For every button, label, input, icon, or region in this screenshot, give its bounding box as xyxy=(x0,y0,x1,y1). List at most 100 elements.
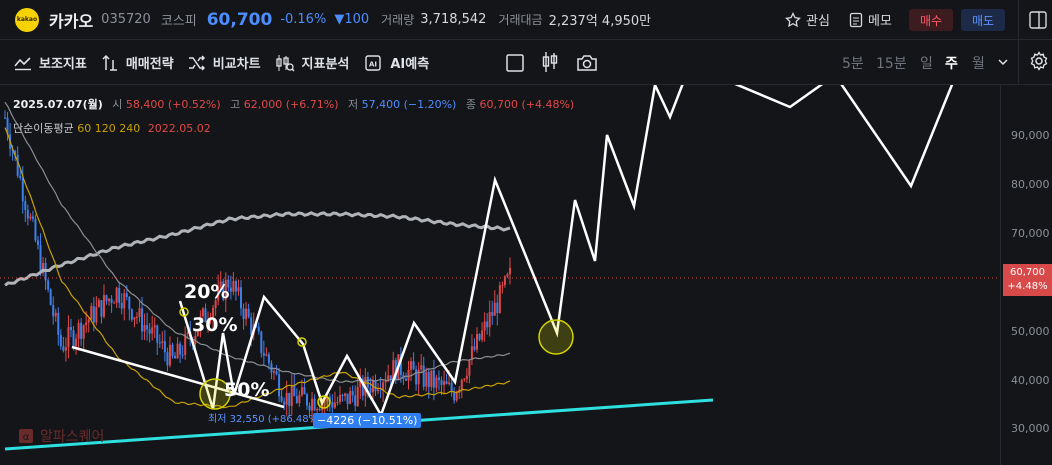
candle-body xyxy=(54,312,57,317)
axis-label-70000: 70,000 xyxy=(1011,227,1050,240)
compare-button[interactable]: 비교차트 xyxy=(188,53,261,72)
candle-body xyxy=(176,343,179,359)
candle-body xyxy=(463,378,466,380)
analysis-button[interactable]: 지표분석 xyxy=(275,53,350,72)
candle-body xyxy=(4,117,6,119)
candle-body xyxy=(430,370,433,388)
candle-body xyxy=(349,391,352,404)
annotation-20: 20% xyxy=(184,281,230,303)
legend-low-label: 저 xyxy=(347,98,359,111)
legend-high: 62,000 (+6.71%) xyxy=(243,98,339,111)
candle-body xyxy=(125,293,128,297)
candle-body xyxy=(247,308,250,318)
square-icon[interactable] xyxy=(505,53,525,73)
watch-label: 관심 xyxy=(806,14,830,29)
candle-body xyxy=(440,380,443,385)
axis-label-40000: 40,000 xyxy=(1011,374,1050,387)
candle-body xyxy=(64,347,67,351)
candle-body xyxy=(151,327,154,334)
indicator-icon xyxy=(14,56,31,70)
candle-body xyxy=(171,344,174,356)
candle-body xyxy=(303,387,306,395)
candle-body xyxy=(260,331,263,354)
candle-body xyxy=(341,394,344,396)
candle-body xyxy=(153,325,156,328)
candle-body xyxy=(262,353,265,356)
timeframe-week[interactable]: 주 xyxy=(945,53,958,73)
candle-body xyxy=(377,389,380,392)
chevron-down-icon[interactable] xyxy=(997,57,1009,67)
buy-button[interactable]: 매수 xyxy=(909,9,953,31)
candle-body xyxy=(108,298,111,302)
candle-body xyxy=(141,308,144,332)
candle-body xyxy=(331,402,334,408)
candle-body xyxy=(420,365,423,370)
candle-body xyxy=(102,295,105,317)
candle-body xyxy=(146,325,149,330)
candle-body xyxy=(366,376,369,388)
change-value-text: 100 xyxy=(344,12,370,27)
candle-body xyxy=(407,369,410,381)
ai-chip-icon: AI xyxy=(365,54,382,71)
stock-name[interactable]: 카카오 xyxy=(49,8,93,32)
timeframe-15min[interactable]: 15분 xyxy=(876,53,907,73)
candle-body xyxy=(384,380,387,383)
candle-body xyxy=(468,359,471,376)
sell-button[interactable]: 매도 xyxy=(961,9,1005,31)
indicator-button[interactable]: 보조지표 xyxy=(14,53,87,72)
timeframe-5min[interactable]: 5분 xyxy=(842,53,864,73)
watch-button[interactable]: 관심 xyxy=(785,10,830,29)
candle-body xyxy=(369,387,372,393)
candle-body xyxy=(130,309,133,320)
candle-body xyxy=(293,385,296,397)
analysis-label: 지표분석 xyxy=(301,57,350,72)
ma-label: 단순이동평균 xyxy=(13,122,74,135)
axis-label-90000: 90,000 xyxy=(1011,129,1050,142)
panel-toggle-icon[interactable] xyxy=(1028,10,1048,30)
candle-body xyxy=(435,377,438,388)
memo-button[interactable]: 메모 xyxy=(849,10,892,29)
indicator-label: 보조지표 xyxy=(39,57,87,72)
volume-label: 거래량 xyxy=(381,13,415,27)
ma-legend: 단순이동평균 60 120 240 2022.05.02 xyxy=(13,120,211,136)
alphasquare-logo-icon: α xyxy=(19,429,33,443)
ai-predict-button[interactable]: AI AI예측 xyxy=(363,53,429,73)
axis-label-80000: 80,000 xyxy=(1011,178,1050,191)
candle-body xyxy=(77,322,80,339)
candle-body xyxy=(483,321,486,331)
candle-body xyxy=(455,392,458,401)
gear-icon[interactable] xyxy=(1029,51,1049,71)
timeframe-day[interactable]: 일 xyxy=(920,53,933,73)
candle-body xyxy=(448,382,451,384)
candle-body xyxy=(450,382,453,392)
candle-body xyxy=(445,381,448,384)
candle-body xyxy=(47,280,50,290)
candle-body xyxy=(275,371,278,375)
candle-body xyxy=(379,389,382,391)
legend-open: 58,400 (+0.52%) xyxy=(125,98,221,111)
candlestick-icon[interactable] xyxy=(540,51,560,73)
candle-body xyxy=(166,352,169,366)
timeframe-month[interactable]: 월 xyxy=(972,53,985,73)
candle-body xyxy=(280,396,283,402)
strategy-button[interactable]: 매매전략 xyxy=(101,53,174,72)
strategy-icon xyxy=(102,54,117,71)
candle-body xyxy=(473,346,476,350)
legend-date: 2025.07.07(월) xyxy=(13,98,103,111)
candle-body xyxy=(234,281,237,292)
candle-body xyxy=(120,302,123,309)
candle-body xyxy=(437,377,440,381)
candle-body xyxy=(34,218,37,241)
candle-body xyxy=(29,216,32,219)
candle-body xyxy=(97,300,100,308)
candle-body xyxy=(128,296,131,310)
axis-label-30000: 30,000 xyxy=(1011,422,1050,435)
ma240-line xyxy=(4,211,511,287)
candle-body xyxy=(425,371,428,387)
candle-body xyxy=(443,381,446,385)
candle-body xyxy=(240,287,243,309)
candle-body xyxy=(163,341,166,353)
candle-body xyxy=(496,302,499,313)
candle-body xyxy=(298,395,301,404)
camera-icon[interactable] xyxy=(576,53,598,73)
